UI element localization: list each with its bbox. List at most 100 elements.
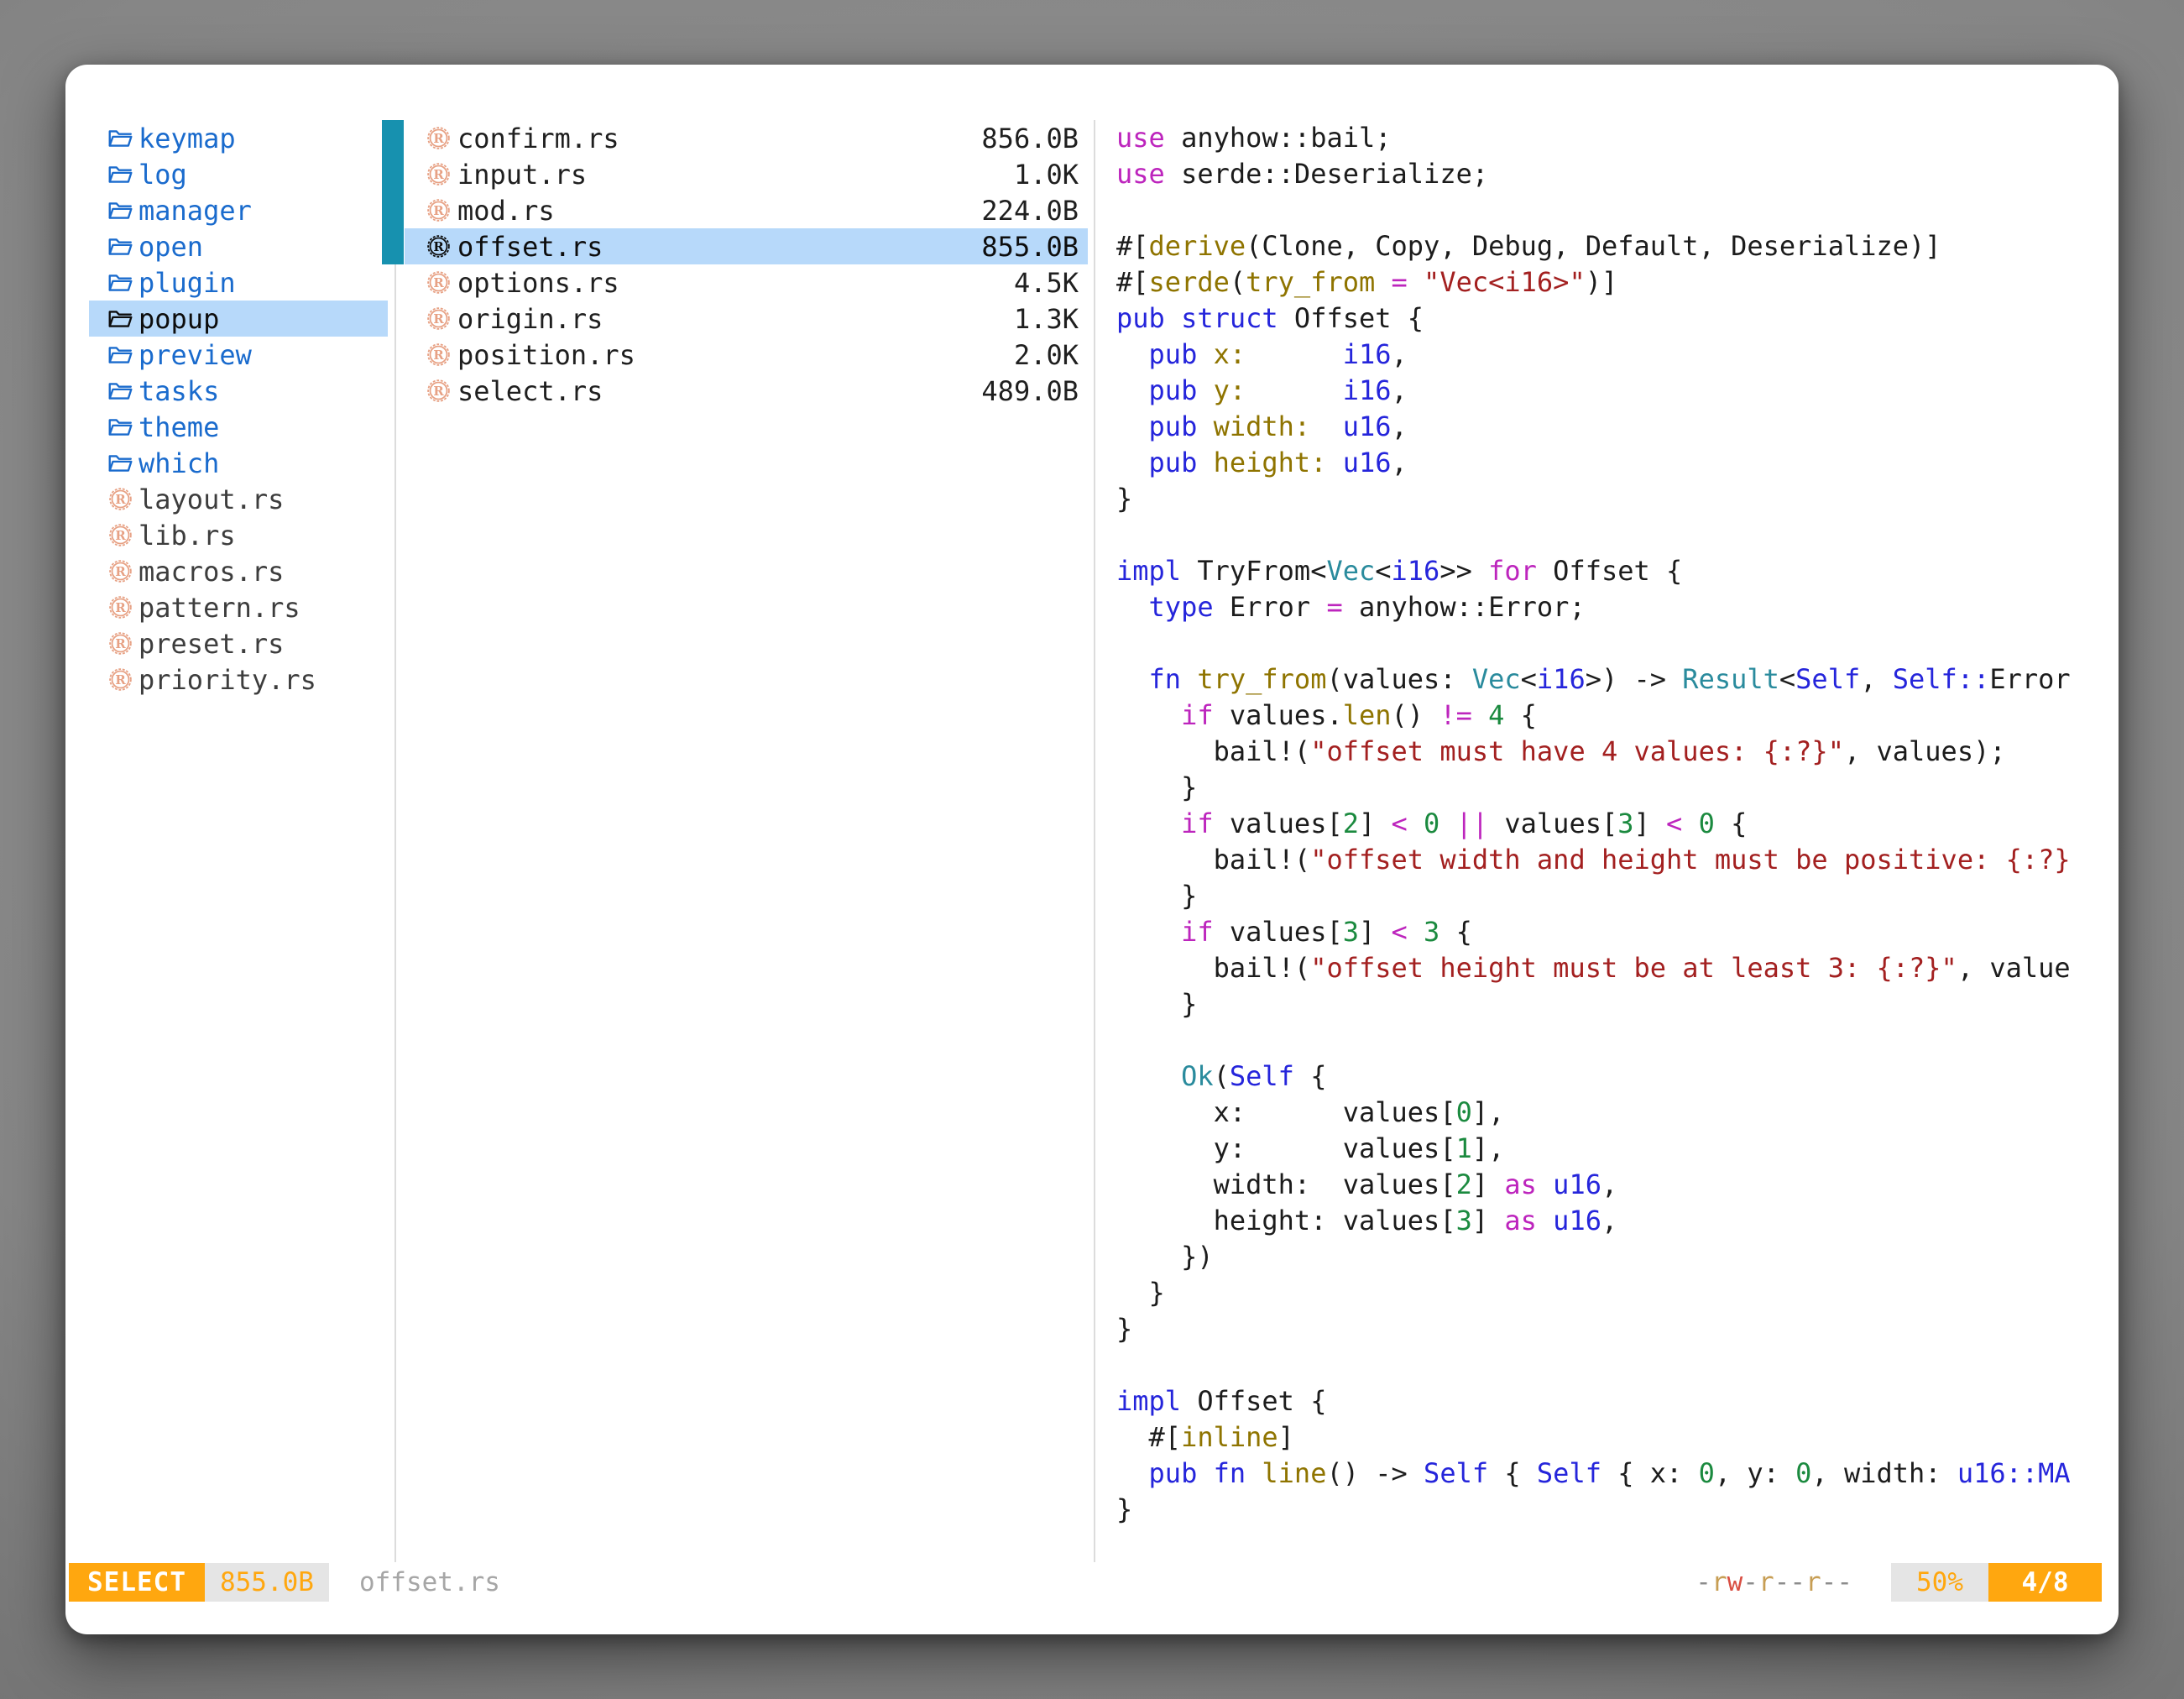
rust-file-icon: R (106, 522, 134, 548)
code-line: impl TryFrom<Vec<i16>> for Offset { (1116, 553, 2119, 589)
sidebar-item-label: popup (138, 303, 219, 335)
code-line: impl Offset { (1116, 1383, 2119, 1419)
sidebar-item-macros-rs[interactable]: Rmacros.rs (89, 553, 388, 589)
folder-open-icon (106, 163, 134, 186)
file-list-scrollbar[interactable] (382, 120, 404, 264)
sidebar-item-label: preview (138, 339, 252, 371)
sidebar-item-label: tasks (138, 375, 219, 407)
folder-open-icon (106, 127, 134, 150)
code-line (1116, 517, 2119, 553)
code-line: if values[2] < 0 || values[3] < 0 { (1116, 806, 2119, 842)
file-row-position-rs[interactable]: Rposition.rs2.0K (405, 337, 1088, 373)
file-row-options-rs[interactable]: Roptions.rs4.5K (405, 264, 1088, 301)
file-row-confirm-rs[interactable]: Rconfirm.rs856.0B (405, 120, 1088, 156)
file-size: 2.0K (1014, 339, 1079, 371)
svg-text:R: R (115, 672, 126, 687)
file-name: options.rs (457, 267, 1014, 299)
sidebar-item-priority-rs[interactable]: Rpriority.rs (89, 661, 388, 698)
file-row-select-rs[interactable]: Rselect.rs489.0B (405, 373, 1088, 409)
code-line: bail!("offset width and height must be p… (1116, 842, 2119, 878)
folder-open-icon (106, 235, 134, 259)
code-line: } (1116, 1492, 2119, 1528)
code-line: x: values[0], (1116, 1095, 2119, 1131)
code-line: type Error = anyhow::Error; (1116, 589, 2119, 625)
sidebar-item-popup[interactable]: popup (89, 301, 388, 337)
code-line: pub height: u16, (1116, 445, 2119, 481)
rust-file-icon: R (424, 306, 452, 332)
code-line (1116, 192, 2119, 228)
sidebar-item-preset-rs[interactable]: Rpreset.rs (89, 625, 388, 661)
code-preview-pane: use anyhow::bail;use serde::Deserialize;… (1116, 120, 2119, 1566)
folder-open-icon (106, 307, 134, 331)
sidebar-item-label: lib.rs (138, 520, 236, 552)
code-line: } (1116, 770, 2119, 806)
file-row-offset-rs[interactable]: Roffset.rs855.0B (405, 228, 1088, 264)
code-line: } (1116, 1275, 2119, 1311)
sidebar-item-manager[interactable]: manager (89, 192, 388, 228)
code-line: pub struct Offset { (1116, 301, 2119, 337)
rust-file-icon: R (424, 378, 452, 404)
file-row-mod-rs[interactable]: Rmod.rs224.0B (405, 192, 1088, 228)
code-line: Ok(Self { (1116, 1059, 2119, 1095)
sidebar-item-label: preset.rs (138, 628, 284, 660)
sidebar-item-keymap[interactable]: keymap (89, 120, 388, 156)
file-name: position.rs (457, 339, 1014, 371)
folder-open-icon (106, 343, 134, 367)
sidebar-item-preview[interactable]: preview (89, 337, 388, 373)
sidebar-item-theme[interactable]: theme (89, 409, 388, 445)
code-line: pub y: i16, (1116, 373, 2119, 409)
folder-open-icon (106, 199, 134, 222)
sidebar-item-label: open (138, 231, 203, 263)
rust-file-icon: R (106, 558, 134, 584)
folder-open-icon (106, 379, 134, 403)
rust-file-icon: R (424, 269, 452, 295)
sidebar-item-layout-rs[interactable]: Rlayout.rs (89, 481, 388, 517)
code-line: width: values[2] as u16, (1116, 1167, 2119, 1203)
code-line: pub fn line() -> Self { Self { x: 0, y: … (1116, 1456, 2119, 1492)
code-line: #[serde(try_from = "Vec<i16>")] (1116, 264, 2119, 301)
rust-file-icon: R (106, 486, 134, 512)
sidebar-item-label: manager (138, 195, 252, 227)
svg-text:R: R (433, 131, 444, 146)
sidebar-item-pattern-rs[interactable]: Rpattern.rs (89, 589, 388, 625)
code-line: } (1116, 481, 2119, 517)
rust-file-icon: R (424, 125, 452, 151)
code-line: height: values[3] as u16, (1116, 1203, 2119, 1239)
app-window: keymaplogmanager openpluginpopup preview ta… (65, 65, 2119, 1634)
sidebar-item-label: priority.rs (138, 664, 316, 696)
file-size: 855.0B (981, 231, 1079, 263)
rust-file-icon: R (424, 233, 452, 259)
sidebar-item-tasks[interactable]: tasks (89, 373, 388, 409)
file-size: 489.0B (981, 375, 1079, 407)
code-line: pub width: u16, (1116, 409, 2119, 445)
code-line: #[derive(Clone, Copy, Debug, Default, De… (1116, 228, 2119, 264)
file-name: origin.rs (457, 303, 1014, 335)
code-line: } (1116, 878, 2119, 914)
sidebar-item-plugin[interactable]: plugin (89, 264, 388, 301)
svg-text:R: R (433, 311, 444, 327)
sidebar-item-label: theme (138, 411, 219, 443)
rust-file-icon: R (424, 342, 452, 368)
file-name: select.rs (457, 375, 981, 407)
svg-text:R: R (433, 239, 444, 254)
svg-text:R: R (433, 275, 444, 290)
file-size-badge: 855.0B (205, 1563, 329, 1602)
sidebar-item-open[interactable]: open (89, 228, 388, 264)
sidebar-item-label: which (138, 447, 219, 479)
file-row-origin-rs[interactable]: Rorigin.rs1.3K (405, 301, 1088, 337)
sidebar-item-which[interactable]: which (89, 445, 388, 481)
code-line: if values[3] < 3 { (1116, 914, 2119, 950)
status-filename: offset.rs (359, 1567, 500, 1597)
folder-open-icon (106, 452, 134, 475)
file-name: confirm.rs (457, 123, 981, 154)
sidebar-item-lib-rs[interactable]: Rlib.rs (89, 517, 388, 553)
sidebar-item-label: macros.rs (138, 556, 284, 588)
code-line: } (1116, 986, 2119, 1022)
code-line: bail!("offset must have 4 values: {:?}",… (1116, 734, 2119, 770)
code-line: use anyhow::bail; (1116, 120, 2119, 156)
svg-text:R: R (433, 384, 444, 399)
folder-open-icon (106, 271, 134, 295)
file-row-input-rs[interactable]: Rinput.rs1.0K (405, 156, 1088, 192)
sidebar-item-log[interactable]: log (89, 156, 388, 192)
svg-text:R: R (115, 600, 126, 615)
